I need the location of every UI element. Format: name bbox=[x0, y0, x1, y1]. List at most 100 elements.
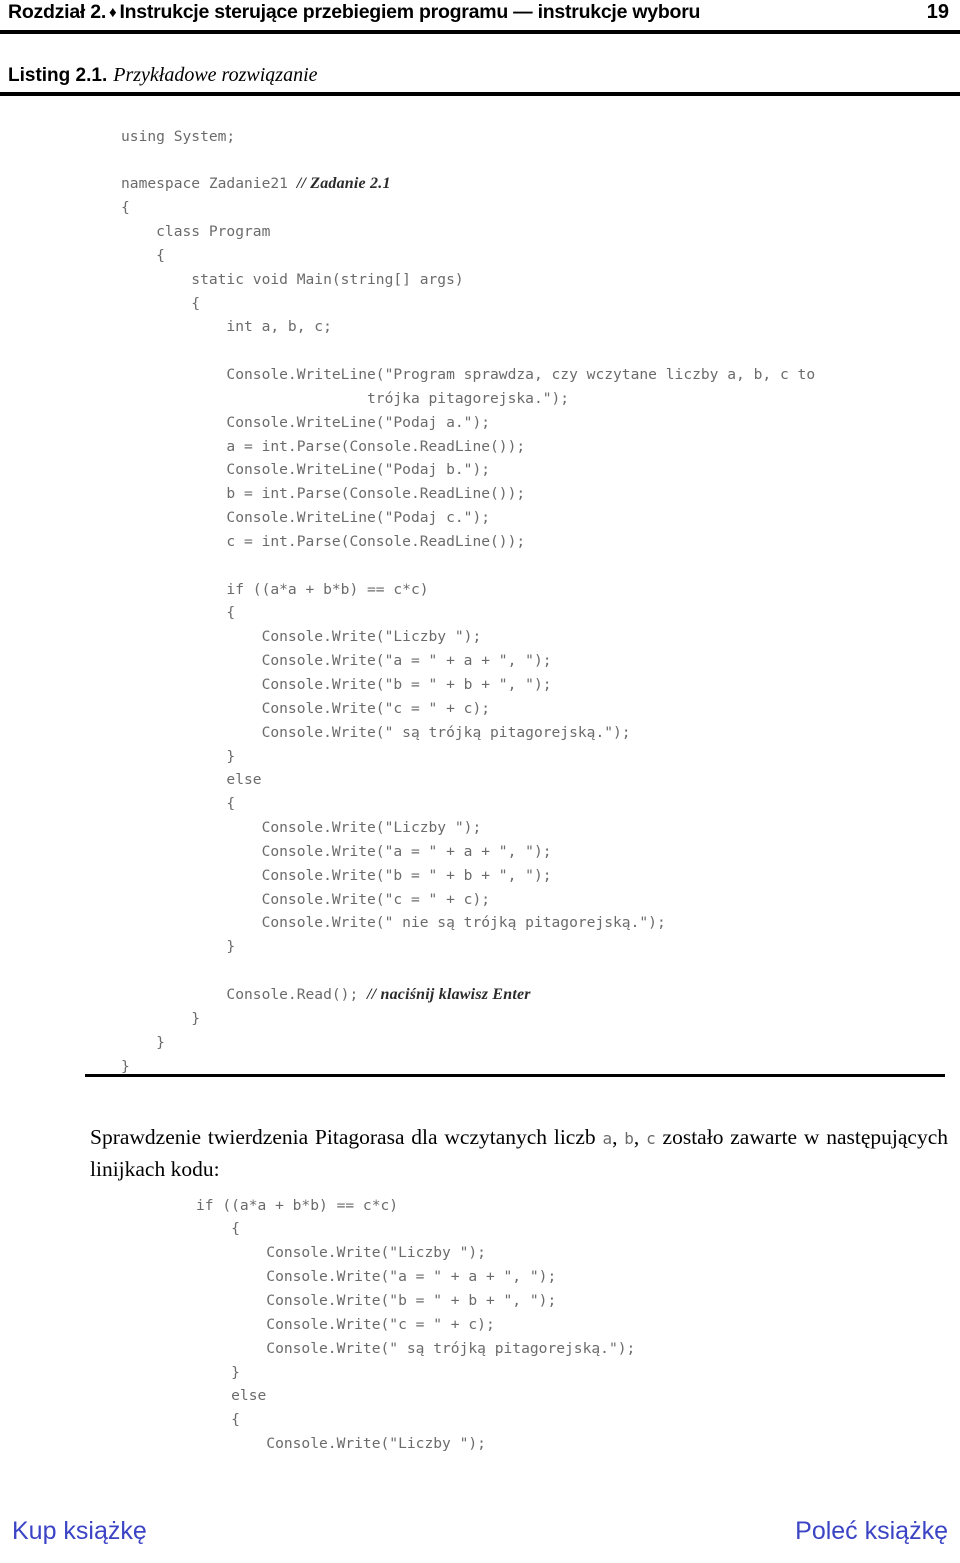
code-line: { bbox=[121, 601, 815, 625]
code-text: Console.Write("Liczby "); bbox=[196, 1435, 486, 1453]
code-text: { bbox=[121, 795, 236, 813]
code-line: trójka pitagorejska."); bbox=[121, 387, 815, 411]
code-line: Console.WriteLine("Podaj a."); bbox=[121, 411, 815, 435]
code-text: if ((a*a + b*b) == c*c) bbox=[196, 1196, 399, 1214]
code-line: } bbox=[121, 1007, 815, 1031]
code-line: Console.WriteLine("Podaj c."); bbox=[121, 506, 815, 530]
buy-book-link[interactable]: Kup książkę bbox=[0, 1517, 147, 1546]
code-text: { bbox=[121, 199, 130, 217]
paragraph-part1: Sprawdzenie twierdzenia Pitagorasa dla w… bbox=[90, 1124, 603, 1149]
code-listing-main: using System; namespace Zadanie21 // Zad… bbox=[121, 125, 815, 1079]
code-line: Console.WriteLine("Podaj b."); bbox=[121, 458, 815, 482]
code-text: class Program bbox=[121, 222, 271, 240]
code-text: Console.Write("c = " + c); bbox=[121, 699, 491, 717]
code-text: else bbox=[121, 771, 262, 789]
code-line: using System; bbox=[121, 125, 815, 149]
code-line: Console.Write("b = " + b + ", "); bbox=[196, 1289, 635, 1313]
code-text: a = int.Parse(Console.ReadLine()); bbox=[121, 437, 526, 455]
code-line: static void Main(string[] args) bbox=[121, 268, 815, 292]
listing-top-divider bbox=[0, 92, 960, 97]
paragraph-sep1: , bbox=[612, 1124, 625, 1149]
code-line: { bbox=[196, 1217, 635, 1241]
code-line: else bbox=[121, 768, 815, 792]
code-line: Console.Write(" nie są trójką pitagorejs… bbox=[121, 911, 815, 935]
code-line: Console.Write("Liczby "); bbox=[121, 625, 815, 649]
code-line: } bbox=[121, 745, 815, 769]
code-text: namespace Zadanie21 bbox=[121, 175, 297, 193]
code-line: c = int.Parse(Console.ReadLine()); bbox=[121, 530, 815, 554]
code-text: int a, b, c; bbox=[121, 318, 332, 336]
code-text: { bbox=[196, 1411, 240, 1429]
listing-label: Listing 2.1. bbox=[8, 65, 108, 86]
recommend-book-link[interactable]: Poleć książkę bbox=[795, 1517, 960, 1546]
code-text: { bbox=[121, 294, 201, 312]
code-text: } bbox=[121, 1033, 165, 1051]
code-line: { bbox=[121, 196, 815, 220]
code-line: if ((a*a + b*b) == c*c) bbox=[196, 1194, 635, 1218]
code-line: } bbox=[121, 935, 815, 959]
code-text: Console.Write("b = " + b + ", "); bbox=[196, 1291, 557, 1309]
code-line: Console.Read(); // naciśnij klawisz Ente… bbox=[121, 983, 815, 1007]
header-title-text: Instrukcje sterujące przebiegiem program… bbox=[119, 1, 701, 23]
code-text: trójka pitagorejska."); bbox=[121, 389, 570, 407]
code-text: Console.Write(" są trójką pitagorejską."… bbox=[121, 723, 631, 741]
code-line: Console.Write("c = " + c); bbox=[121, 697, 815, 721]
code-line: int a, b, c; bbox=[121, 315, 815, 339]
code-line: { bbox=[121, 244, 815, 268]
code-text: Console.Write(" są trójką pitagorejską."… bbox=[196, 1339, 636, 1357]
code-text: Console.Write("a = " + a + ", "); bbox=[196, 1268, 557, 1286]
code-text: if ((a*a + b*b) == c*c) bbox=[121, 580, 429, 598]
code-line: a = int.Parse(Console.ReadLine()); bbox=[121, 435, 815, 459]
code-text: { bbox=[121, 604, 236, 622]
code-text: { bbox=[196, 1220, 240, 1238]
code-text: } bbox=[121, 1009, 201, 1027]
inline-var-a: a bbox=[602, 1128, 613, 1148]
code-line: b = int.Parse(Console.ReadLine()); bbox=[121, 482, 815, 506]
code-text: Console.Write("b = " + b + ", "); bbox=[121, 866, 552, 884]
diamond-icon: ♦ bbox=[109, 4, 117, 21]
code-line: } bbox=[196, 1361, 635, 1385]
code-line: Console.Write("b = " + b + ", "); bbox=[121, 673, 815, 697]
code-listing-excerpt: if ((a*a + b*b) == c*c) { Console.Write(… bbox=[196, 1194, 635, 1456]
header-chapter: Rozdział 2. bbox=[8, 1, 107, 23]
code-text: Console.Write("Liczby "); bbox=[121, 628, 482, 646]
header-divider bbox=[0, 30, 960, 35]
code-line: Console.Write("a = " + a + ", "); bbox=[121, 649, 815, 673]
code-text: { bbox=[121, 246, 165, 264]
code-line: Console.Write("a = " + a + ", "); bbox=[121, 840, 815, 864]
inline-var-b: b bbox=[624, 1128, 634, 1148]
code-line: } bbox=[121, 1031, 815, 1055]
code-text: } bbox=[196, 1363, 240, 1381]
body-paragraph: Sprawdzenie twierdzenia Pitagorasa dla w… bbox=[90, 1122, 948, 1185]
inline-var-c: c bbox=[646, 1128, 656, 1148]
code-comment: // Zadanie 2.1 bbox=[296, 175, 391, 193]
listing-caption: Listing 2.1. Przykładowe rozwiązanie bbox=[8, 62, 318, 90]
code-text: Console.WriteLine("Podaj b."); bbox=[121, 461, 491, 479]
header-title: Rozdział 2. ♦ Instrukcje sterujące przebie… bbox=[0, 0, 700, 25]
code-text: Console.Write("Liczby "); bbox=[196, 1244, 486, 1262]
code-line: Console.Write("c = " + c); bbox=[196, 1313, 635, 1337]
code-line: Console.WriteLine("Program sprawdza, czy… bbox=[121, 363, 815, 387]
code-text: Console.WriteLine("Podaj a."); bbox=[121, 413, 491, 431]
code-line: Console.Write("b = " + b + ", "); bbox=[121, 864, 815, 888]
code-text: else bbox=[196, 1387, 267, 1405]
code-line: namespace Zadanie21 // Zadanie 2.1 bbox=[121, 172, 815, 196]
page-number: 19 bbox=[926, 1, 949, 23]
code-line bbox=[121, 148, 815, 172]
listing-title: Przykładowe rozwiązanie bbox=[113, 64, 318, 86]
code-line: Console.Write("a = " + a + ", "); bbox=[196, 1265, 635, 1289]
code-text: Console.Read(); bbox=[121, 985, 368, 1003]
code-text: Console.Write("b = " + b + ", "); bbox=[121, 676, 552, 693]
code-line: class Program bbox=[121, 220, 815, 244]
code-line bbox=[121, 339, 815, 363]
code-line bbox=[121, 554, 815, 578]
code-text: Console.Write("a = " + a + ", "); bbox=[121, 652, 552, 670]
code-comment: // naciśnij klawisz Enter bbox=[367, 985, 531, 1003]
code-line: Console.Write("Liczby "); bbox=[196, 1432, 635, 1456]
page-footer: Kup książkę Poleć książkę bbox=[0, 1508, 960, 1554]
code-line: Console.Write("Liczby "); bbox=[121, 816, 815, 840]
code-text: } bbox=[121, 938, 236, 956]
